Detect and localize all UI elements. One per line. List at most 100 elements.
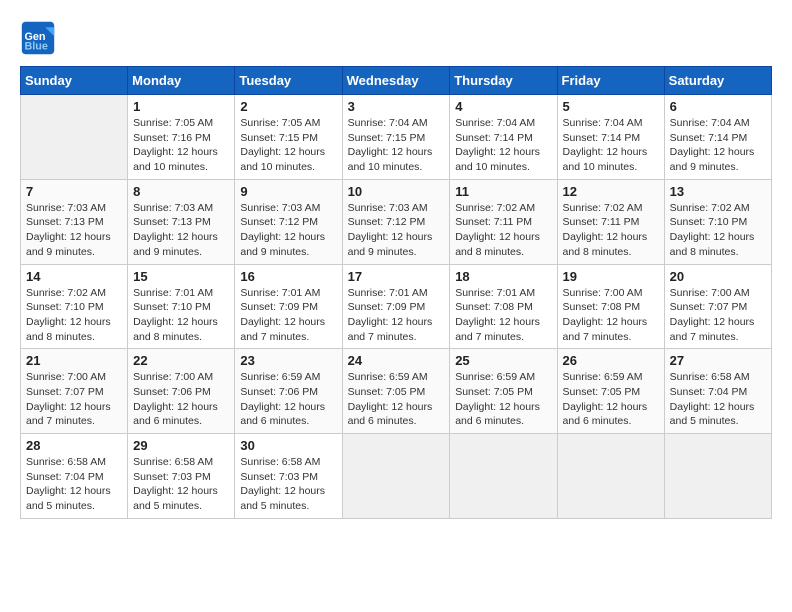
- calendar-cell: 4 Sunrise: 7:04 AM Sunset: 7:14 PM Daylig…: [450, 95, 557, 180]
- day-number: 25: [455, 353, 551, 368]
- calendar-cell: 28 Sunrise: 6:58 AM Sunset: 7:04 PM Dayli…: [21, 434, 128, 519]
- calendar-cell: 22 Sunrise: 7:00 AM Sunset: 7:06 PM Dayli…: [128, 349, 235, 434]
- calendar-week-row: 28 Sunrise: 6:58 AM Sunset: 7:04 PM Dayli…: [21, 434, 772, 519]
- day-number: 14: [26, 269, 122, 284]
- calendar-cell: 21 Sunrise: 7:00 AM Sunset: 7:07 PM Dayli…: [21, 349, 128, 434]
- calendar-cell: 6 Sunrise: 7:04 AM Sunset: 7:14 PM Daylig…: [664, 95, 771, 180]
- day-info: Sunrise: 7:01 AM Sunset: 7:09 PM Dayligh…: [240, 286, 336, 345]
- calendar-cell: 23 Sunrise: 6:59 AM Sunset: 7:06 PM Dayli…: [235, 349, 342, 434]
- weekday-header-friday: Friday: [557, 67, 664, 95]
- calendar-cell: 20 Sunrise: 7:00 AM Sunset: 7:07 PM Dayli…: [664, 264, 771, 349]
- calendar-cell: 30 Sunrise: 6:58 AM Sunset: 7:03 PM Dayli…: [235, 434, 342, 519]
- day-info: Sunrise: 6:59 AM Sunset: 7:06 PM Dayligh…: [240, 370, 336, 429]
- logo-icon: Gen Blue: [20, 20, 56, 56]
- day-info: Sunrise: 7:04 AM Sunset: 7:14 PM Dayligh…: [455, 116, 551, 175]
- day-info: Sunrise: 7:02 AM Sunset: 7:11 PM Dayligh…: [455, 201, 551, 260]
- calendar-cell: 25 Sunrise: 6:59 AM Sunset: 7:05 PM Dayli…: [450, 349, 557, 434]
- day-number: 21: [26, 353, 122, 368]
- day-number: 4: [455, 99, 551, 114]
- day-info: Sunrise: 7:05 AM Sunset: 7:16 PM Dayligh…: [133, 116, 229, 175]
- day-info: Sunrise: 7:01 AM Sunset: 7:08 PM Dayligh…: [455, 286, 551, 345]
- day-info: Sunrise: 7:03 AM Sunset: 7:12 PM Dayligh…: [348, 201, 445, 260]
- day-number: 12: [563, 184, 659, 199]
- day-info: Sunrise: 7:03 AM Sunset: 7:12 PM Dayligh…: [240, 201, 336, 260]
- day-info: Sunrise: 7:03 AM Sunset: 7:13 PM Dayligh…: [26, 201, 122, 260]
- day-info: Sunrise: 7:02 AM Sunset: 7:10 PM Dayligh…: [26, 286, 122, 345]
- calendar-cell: 13Sunrise: 7:02 AM Sunset: 7:10 PM Dayli…: [664, 179, 771, 264]
- calendar-cell: 26 Sunrise: 6:59 AM Sunset: 7:05 PM Dayli…: [557, 349, 664, 434]
- day-number: 24: [348, 353, 445, 368]
- calendar-cell: [450, 434, 557, 519]
- calendar-cell: 11 Sunrise: 7:02 AM Sunset: 7:11 PM Dayli…: [450, 179, 557, 264]
- day-number: 1: [133, 99, 229, 114]
- day-number: 22: [133, 353, 229, 368]
- calendar-cell: 18 Sunrise: 7:01 AM Sunset: 7:08 PM Dayli…: [450, 264, 557, 349]
- calendar-cell: [21, 95, 128, 180]
- day-number: 23: [240, 353, 336, 368]
- day-info: Sunrise: 7:05 AM Sunset: 7:15 PM Dayligh…: [240, 116, 336, 175]
- day-info: Sunrise: 7:04 AM Sunset: 7:14 PM Dayligh…: [670, 116, 766, 175]
- day-info: Sunrise: 6:58 AM Sunset: 7:03 PM Dayligh…: [240, 455, 336, 514]
- day-number: 6: [670, 99, 766, 114]
- calendar-cell: 5 Sunrise: 7:04 AM Sunset: 7:14 PM Daylig…: [557, 95, 664, 180]
- day-info: Sunrise: 7:01 AM Sunset: 7:09 PM Dayligh…: [348, 286, 445, 345]
- day-number: 17: [348, 269, 445, 284]
- day-number: 20: [670, 269, 766, 284]
- calendar-cell: 8 Sunrise: 7:03 AM Sunset: 7:13 PM Daylig…: [128, 179, 235, 264]
- weekday-header-monday: Monday: [128, 67, 235, 95]
- day-info: Sunrise: 7:01 AM Sunset: 7:10 PM Dayligh…: [133, 286, 229, 345]
- day-info: Sunrise: 6:59 AM Sunset: 7:05 PM Dayligh…: [348, 370, 445, 429]
- page-header: Gen Blue: [20, 20, 772, 56]
- calendar-cell: 17 Sunrise: 7:01 AM Sunset: 7:09 PM Dayli…: [342, 264, 450, 349]
- weekday-header-saturday: Saturday: [664, 67, 771, 95]
- day-info: Sunrise: 7:00 AM Sunset: 7:07 PM Dayligh…: [670, 286, 766, 345]
- weekday-header-tuesday: Tuesday: [235, 67, 342, 95]
- day-number: 16: [240, 269, 336, 284]
- day-info: Sunrise: 6:59 AM Sunset: 7:05 PM Dayligh…: [563, 370, 659, 429]
- weekday-header-wednesday: Wednesday: [342, 67, 450, 95]
- day-number: 11: [455, 184, 551, 199]
- calendar-week-row: 14 Sunrise: 7:02 AM Sunset: 7:10 PM Dayli…: [21, 264, 772, 349]
- calendar-cell: 7 Sunrise: 7:03 AM Sunset: 7:13 PM Daylig…: [21, 179, 128, 264]
- day-info: Sunrise: 7:00 AM Sunset: 7:06 PM Dayligh…: [133, 370, 229, 429]
- day-info: Sunrise: 6:59 AM Sunset: 7:05 PM Dayligh…: [455, 370, 551, 429]
- day-number: 9: [240, 184, 336, 199]
- calendar-cell: [664, 434, 771, 519]
- day-info: Sunrise: 7:04 AM Sunset: 7:14 PM Dayligh…: [563, 116, 659, 175]
- day-info: Sunrise: 7:00 AM Sunset: 7:08 PM Dayligh…: [563, 286, 659, 345]
- day-number: 30: [240, 438, 336, 453]
- calendar-cell: 12 Sunrise: 7:02 AM Sunset: 7:11 PM Dayli…: [557, 179, 664, 264]
- day-info: Sunrise: 7:02 AM Sunset: 7:10 PM Dayligh…: [670, 201, 766, 260]
- day-number: 10: [348, 184, 445, 199]
- day-number: 27: [670, 353, 766, 368]
- weekday-header-thursday: Thursday: [450, 67, 557, 95]
- day-number: 26: [563, 353, 659, 368]
- day-number: 28: [26, 438, 122, 453]
- calendar-cell: 3Sunrise: 7:04 AM Sunset: 7:15 PM Daylig…: [342, 95, 450, 180]
- day-info: Sunrise: 6:58 AM Sunset: 7:03 PM Dayligh…: [133, 455, 229, 514]
- calendar-cell: 29Sunrise: 6:58 AM Sunset: 7:03 PM Dayli…: [128, 434, 235, 519]
- calendar: SundayMondayTuesdayWednesdayThursdayFrid…: [20, 66, 772, 519]
- svg-text:Blue: Blue: [25, 41, 48, 53]
- day-info: Sunrise: 7:03 AM Sunset: 7:13 PM Dayligh…: [133, 201, 229, 260]
- day-number: 19: [563, 269, 659, 284]
- day-number: 5: [563, 99, 659, 114]
- day-info: Sunrise: 7:02 AM Sunset: 7:11 PM Dayligh…: [563, 201, 659, 260]
- day-number: 15: [133, 269, 229, 284]
- calendar-week-row: 1 Sunrise: 7:05 AM Sunset: 7:16 PM Daylig…: [21, 95, 772, 180]
- calendar-cell: [557, 434, 664, 519]
- calendar-week-row: 7 Sunrise: 7:03 AM Sunset: 7:13 PM Daylig…: [21, 179, 772, 264]
- calendar-cell: 10 Sunrise: 7:03 AM Sunset: 7:12 PM Dayli…: [342, 179, 450, 264]
- calendar-cell: 2Sunrise: 7:05 AM Sunset: 7:15 PM Daylig…: [235, 95, 342, 180]
- calendar-cell: [342, 434, 450, 519]
- day-number: 8: [133, 184, 229, 199]
- day-info: Sunrise: 7:00 AM Sunset: 7:07 PM Dayligh…: [26, 370, 122, 429]
- logo: Gen Blue: [20, 20, 62, 56]
- day-info: Sunrise: 6:58 AM Sunset: 7:04 PM Dayligh…: [26, 455, 122, 514]
- calendar-cell: 19 Sunrise: 7:00 AM Sunset: 7:08 PM Dayli…: [557, 264, 664, 349]
- day-number: 7: [26, 184, 122, 199]
- calendar-cell: 15 Sunrise: 7:01 AM Sunset: 7:10 PM Dayli…: [128, 264, 235, 349]
- day-number: 18: [455, 269, 551, 284]
- calendar-cell: 9 Sunrise: 7:03 AM Sunset: 7:12 PM Daylig…: [235, 179, 342, 264]
- calendar-week-row: 21 Sunrise: 7:00 AM Sunset: 7:07 PM Dayli…: [21, 349, 772, 434]
